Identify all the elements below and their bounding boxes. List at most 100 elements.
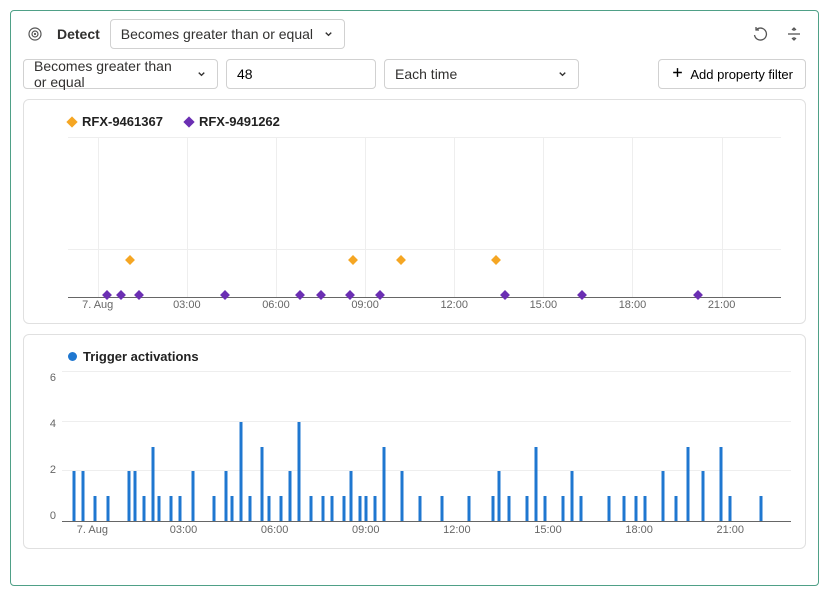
bar[interactable] [364, 496, 367, 521]
target-icon[interactable] [23, 22, 47, 46]
panel-title: Detect [57, 26, 100, 42]
bar[interactable] [720, 447, 723, 522]
bar[interactable] [674, 496, 677, 521]
bar[interactable] [525, 496, 528, 521]
x-tick-label: 12:00 [443, 524, 471, 536]
x-tick-label: 18:00 [619, 299, 647, 311]
split-button[interactable] [782, 22, 806, 46]
add-property-filter-button[interactable]: Add property filter [658, 59, 806, 89]
bar[interactable] [759, 496, 762, 521]
detect-panel: Detect Becomes greater than or equal Bec… [10, 10, 819, 586]
x-tick-label: 12:00 [440, 299, 468, 311]
bar[interactable] [382, 447, 385, 522]
bar-plot-area[interactable] [62, 372, 791, 522]
bar[interactable] [212, 496, 215, 521]
bar[interactable] [686, 447, 689, 522]
bar[interactable] [468, 496, 471, 521]
bar[interactable] [498, 471, 501, 521]
legend-item-trigger[interactable]: Trigger activations [68, 349, 199, 364]
bar[interactable] [534, 447, 537, 522]
bar-x-axis: 7. Aug03:0006:0009:0012:0015:0018:0021:0… [62, 522, 791, 542]
x-tick-label: 03:00 [173, 299, 201, 311]
legend-item-rfx1[interactable]: RFX-9461367 [68, 114, 163, 129]
data-point[interactable] [396, 255, 406, 265]
bar[interactable] [191, 471, 194, 521]
bar[interactable] [240, 422, 243, 521]
x-tick-label: 03:00 [170, 524, 198, 536]
bar[interactable] [231, 496, 234, 521]
bar[interactable] [701, 471, 704, 521]
bar[interactable] [170, 496, 173, 521]
bar[interactable] [133, 471, 136, 521]
bar[interactable] [580, 496, 583, 521]
x-tick-label: 15:00 [530, 299, 558, 311]
bar[interactable] [492, 496, 495, 521]
bar[interactable] [73, 471, 76, 521]
bar[interactable] [562, 496, 565, 521]
bar[interactable] [279, 496, 282, 521]
x-tick-label: 7. Aug [77, 524, 108, 536]
bar[interactable] [607, 496, 610, 521]
x-tick-label: 15:00 [534, 524, 562, 536]
bar[interactable] [152, 447, 155, 522]
scatter-plot-area[interactable] [68, 137, 781, 297]
bar[interactable] [143, 496, 146, 521]
diamond-icon [66, 116, 77, 127]
bar[interactable] [322, 496, 325, 521]
bar[interactable] [571, 471, 574, 521]
bar[interactable] [373, 496, 376, 521]
bar[interactable] [358, 496, 361, 521]
bar[interactable] [662, 471, 665, 521]
bar[interactable] [225, 471, 228, 521]
bar[interactable] [267, 496, 270, 521]
bar[interactable] [622, 496, 625, 521]
bar[interactable] [507, 496, 510, 521]
x-tick-label: 21:00 [708, 299, 736, 311]
bar[interactable] [343, 496, 346, 521]
x-tick-label: 7. Aug [82, 299, 113, 311]
data-point[interactable] [491, 255, 501, 265]
events-legend: RFX-9461367 RFX-9491262 [68, 114, 791, 129]
bar[interactable] [179, 496, 182, 521]
bar[interactable] [249, 496, 252, 521]
legend-label: RFX-9461367 [82, 114, 163, 129]
undo-button[interactable] [748, 22, 772, 46]
bar[interactable] [401, 471, 404, 521]
bar[interactable] [729, 496, 732, 521]
bar[interactable] [158, 496, 161, 521]
x-tick-label: 09:00 [351, 299, 379, 311]
chevron-down-icon [557, 66, 568, 82]
bar[interactable] [543, 496, 546, 521]
x-tick-label: 21:00 [716, 524, 744, 536]
frequency-select[interactable]: Each time [384, 59, 579, 89]
bar[interactable] [440, 496, 443, 521]
data-point[interactable] [348, 255, 358, 265]
threshold-input[interactable] [226, 59, 376, 89]
y-tick-label: 0 [50, 510, 56, 522]
legend-label: RFX-9491262 [199, 114, 280, 129]
bar[interactable] [349, 471, 352, 521]
bar[interactable] [635, 496, 638, 521]
bar[interactable] [331, 496, 334, 521]
bar[interactable] [310, 496, 313, 521]
bar[interactable] [419, 496, 422, 521]
bar[interactable] [644, 496, 647, 521]
condition-select[interactable]: Becomes greater than or equal [23, 59, 218, 89]
bar[interactable] [127, 471, 130, 521]
filter-row: Becomes greater than or equal Each time … [23, 59, 806, 89]
bar[interactable] [82, 471, 85, 521]
bar[interactable] [106, 496, 109, 521]
bar[interactable] [288, 471, 291, 521]
diamond-icon [183, 116, 194, 127]
bar[interactable] [297, 422, 300, 521]
bar[interactable] [261, 447, 264, 522]
data-point[interactable] [125, 255, 135, 265]
header-condition-select[interactable]: Becomes greater than or equal [110, 19, 345, 49]
chevron-down-icon [196, 66, 207, 82]
legend-item-rfx2[interactable]: RFX-9491262 [185, 114, 280, 129]
bar[interactable] [94, 496, 97, 521]
trigger-legend: Trigger activations [68, 349, 791, 364]
header-condition-value: Becomes greater than or equal [121, 26, 313, 42]
legend-label: Trigger activations [83, 349, 199, 364]
y-tick-label: 2 [50, 464, 56, 476]
